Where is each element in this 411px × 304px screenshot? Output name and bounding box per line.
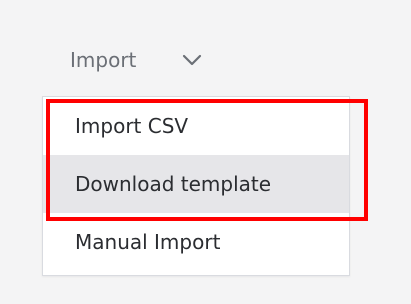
menu-item-label: Import CSV	[75, 114, 189, 138]
import-dropdown-menu: Import CSV Download template Manual Impo…	[42, 96, 350, 276]
import-dropdown-screen: Import Import CSV Download template Manu…	[0, 0, 411, 304]
menu-item-manual-import[interactable]: Manual Import	[43, 213, 349, 271]
import-dropdown-label: Import	[70, 48, 137, 72]
import-dropdown-button[interactable]: Import	[64, 40, 244, 80]
menu-item-label: Manual Import	[75, 230, 221, 254]
menu-item-label: Download template	[75, 172, 272, 196]
menu-item-import-csv[interactable]: Import CSV	[43, 97, 349, 155]
menu-item-download-template[interactable]: Download template	[43, 155, 349, 213]
chevron-down-icon	[180, 48, 204, 72]
